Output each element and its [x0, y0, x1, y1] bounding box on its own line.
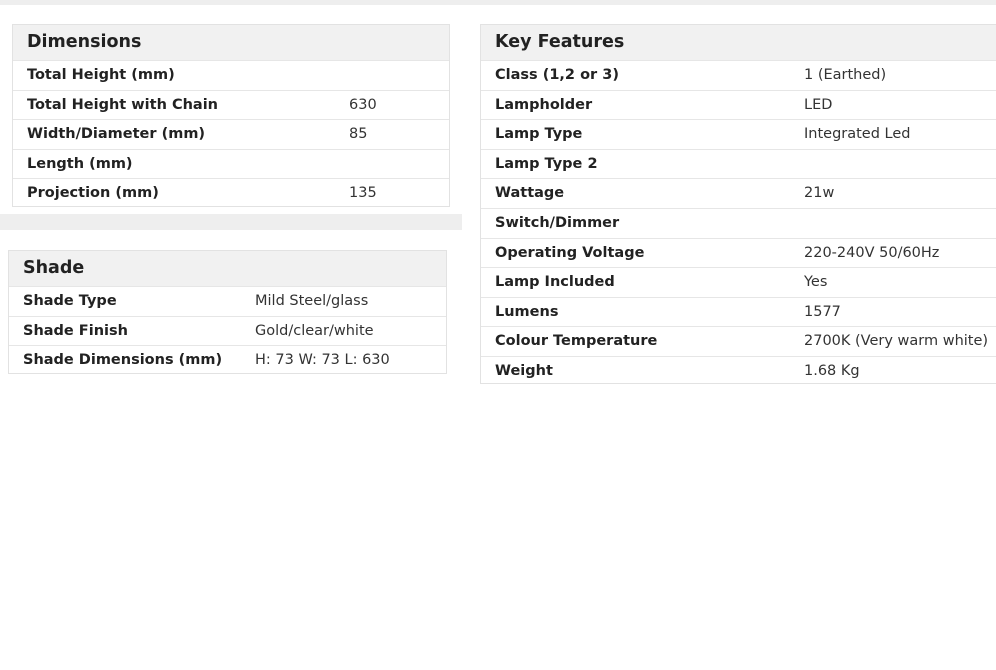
row-label: Total Height with Chain [27, 96, 218, 113]
row-label: Wattage [495, 185, 565, 202]
row-label: Lamp Type [495, 126, 583, 143]
row-label: Operating Voltage [495, 244, 645, 261]
row-label: Total Height (mm) [27, 67, 175, 83]
row-label: Shade Type [23, 293, 117, 309]
features-row: Lamp Included Yes [481, 267, 996, 297]
row-value: Integrated Led [804, 126, 911, 143]
shade-row: Shade Finish Gold/clear/white [9, 315, 446, 346]
row-value: 85 [349, 126, 368, 143]
features-row: Lampholder LED [481, 89, 996, 120]
row-value: LED [804, 96, 833, 113]
key-features-table: Key Features Class (1,2 or 3) 1 (Earthed… [480, 24, 996, 384]
shade-row: Shade Dimensions (mm) H: 73 W: 73 L: 630 [9, 345, 446, 375]
dimensions-table: Dimensions Total Height (mm) Total Heigh… [12, 24, 450, 207]
features-row: Operating Voltage 220-240V 50/60Hz [481, 237, 996, 268]
features-row: Wattage 21w [481, 178, 996, 208]
row-value: 1577 [804, 303, 841, 320]
features-row: Class (1,2 or 3) 1 (Earthed) [481, 60, 996, 90]
row-label: Shade Finish [23, 322, 128, 339]
dimensions-row: Total Height with Chain 630 [13, 89, 449, 120]
row-value: Gold/clear/white [255, 322, 374, 339]
features-row: Lamp Type 2 [481, 148, 996, 179]
row-label: Projection (mm) [27, 185, 159, 202]
row-label: Colour Temperature [495, 333, 658, 350]
dimensions-row: Total Height (mm) [13, 60, 449, 90]
row-label: Lamp Type 2 [495, 155, 598, 172]
row-value: Mild Steel/glass [255, 293, 369, 309]
row-label: Lampholder [495, 96, 593, 113]
row-label: Lamp Included [495, 274, 615, 291]
shade-row: Shade Type Mild Steel/glass [9, 286, 446, 316]
row-value: H: 73 W: 73 L: 630 [255, 352, 390, 369]
shade-heading: Shade [9, 251, 446, 286]
features-row: Weight 1.68 Kg [481, 355, 996, 386]
features-row: Switch/Dimmer [481, 207, 996, 238]
row-label: Class (1,2 or 3) [495, 67, 619, 83]
shade-table: Shade Shade Type Mild Steel/glass Shade … [8, 250, 447, 374]
top-divider [0, 0, 996, 5]
row-value: 135 [349, 185, 377, 202]
row-label: Length (mm) [27, 155, 133, 172]
row-label: Switch/Dimmer [495, 214, 620, 231]
row-value: 1.68 Kg [804, 362, 860, 379]
row-value: 1 (Earthed) [804, 67, 887, 83]
row-label: Width/Diameter (mm) [27, 126, 206, 143]
features-row: Colour Temperature 2700K (Very warm whit… [481, 326, 996, 356]
row-value: 220-240V 50/60Hz [804, 244, 940, 261]
row-value: 630 [349, 96, 377, 113]
row-value: 21w [804, 185, 835, 202]
features-row: Lumens 1577 [481, 296, 996, 327]
row-value: 2700K (Very warm white) [804, 333, 989, 350]
row-label: Shade Dimensions (mm) [23, 352, 223, 369]
dimensions-row: Projection (mm) 135 [13, 178, 449, 208]
dimensions-row: Width/Diameter (mm) 85 [13, 119, 449, 149]
section-divider [0, 214, 462, 230]
dimensions-row: Length (mm) [13, 148, 449, 179]
features-row: Lamp Type Integrated Led [481, 119, 996, 149]
row-label: Weight [495, 362, 553, 379]
row-label: Lumens [495, 303, 559, 320]
dimensions-heading: Dimensions [13, 25, 449, 60]
row-value: Yes [804, 274, 828, 291]
key-features-heading: Key Features [481, 25, 996, 60]
